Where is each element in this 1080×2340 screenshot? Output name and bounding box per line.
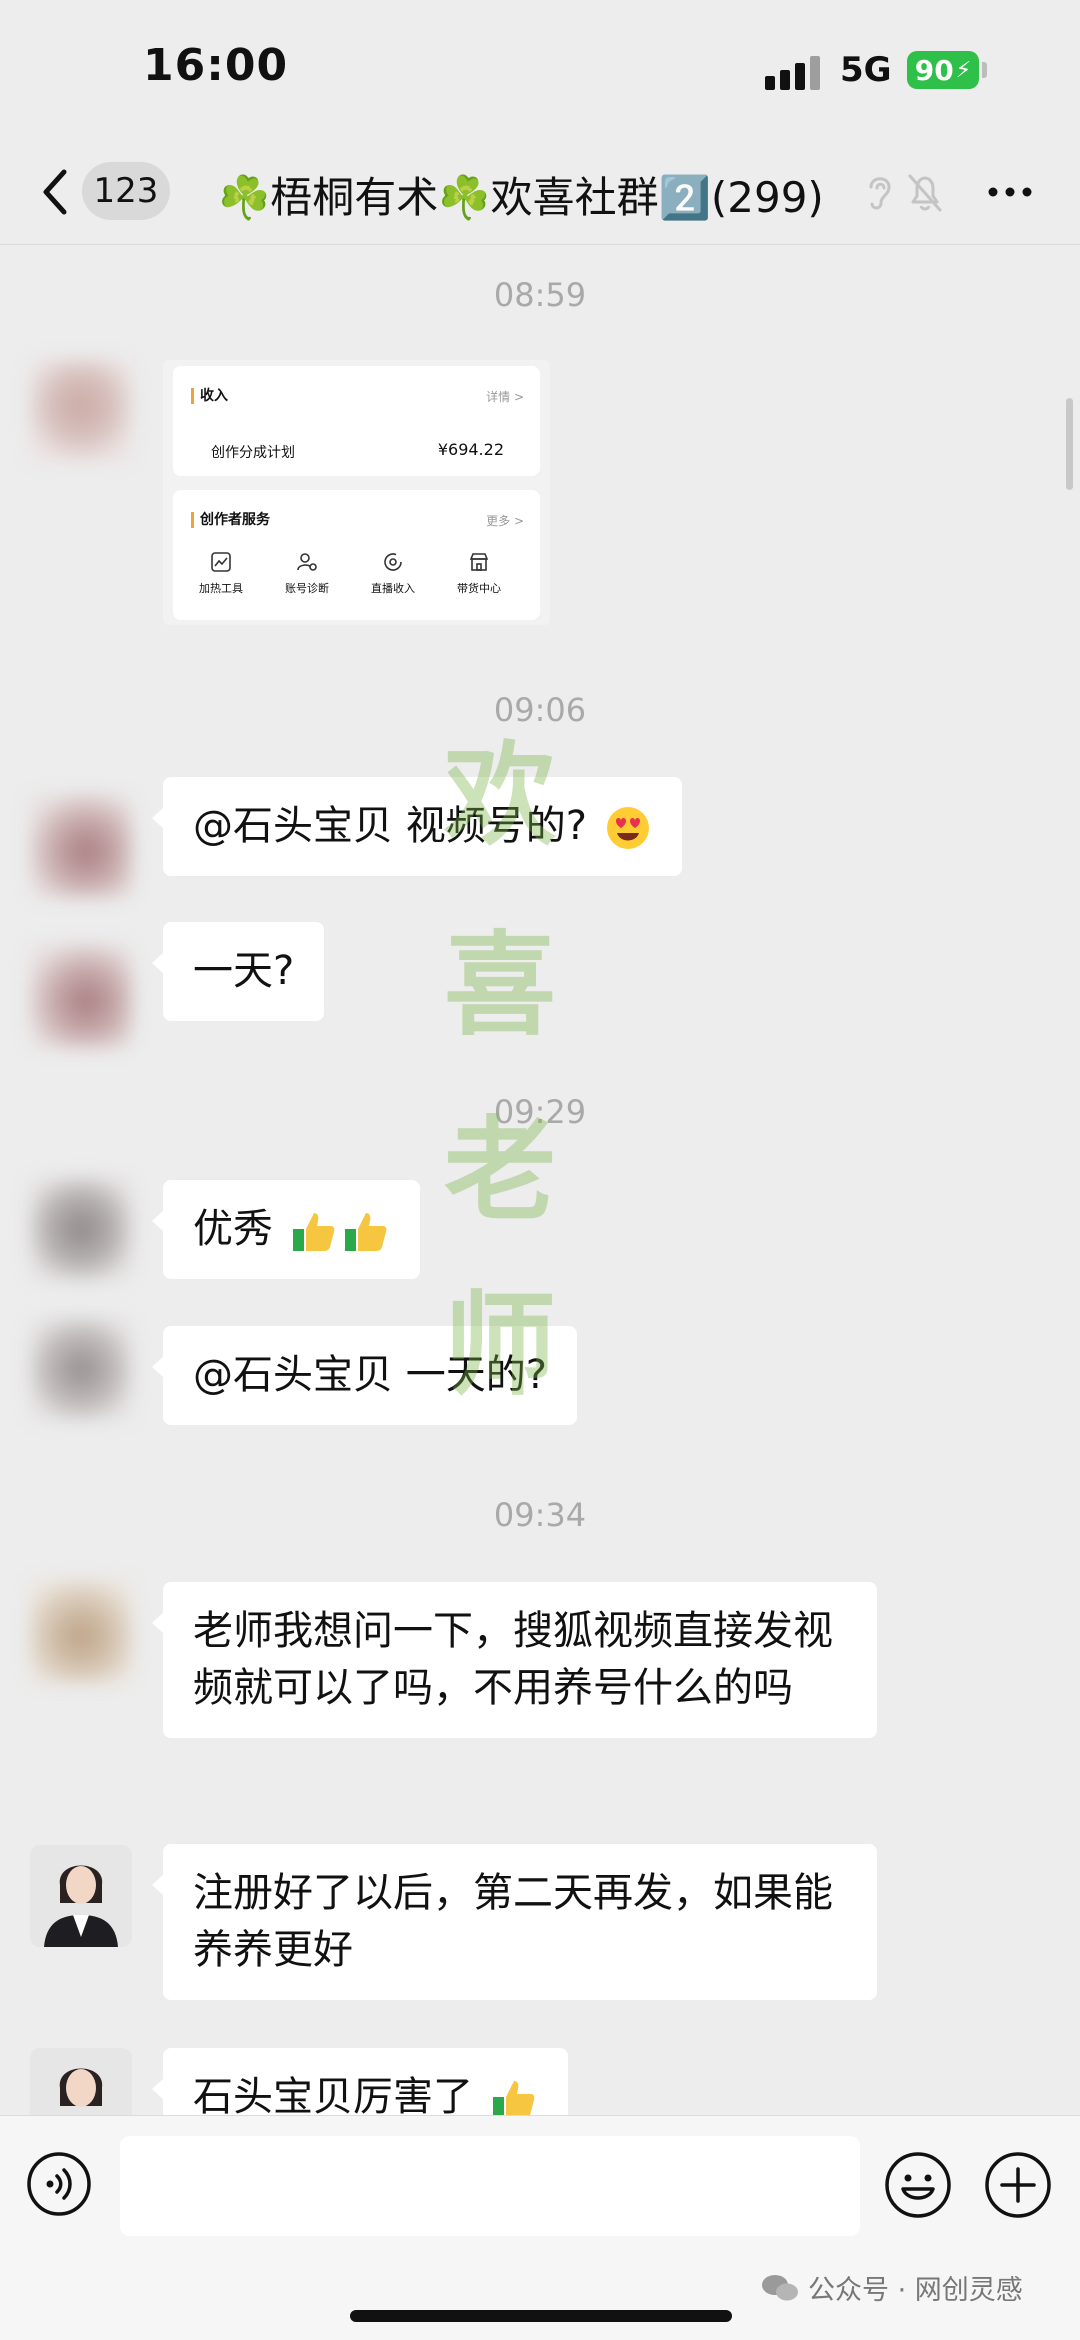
back-icon[interactable] bbox=[36, 162, 76, 222]
avatar[interactable] bbox=[30, 360, 132, 462]
mute-icon bbox=[908, 174, 942, 212]
income-title: 收入 bbox=[191, 388, 228, 404]
ear-icon bbox=[869, 177, 891, 210]
service-label: 加热工具 bbox=[199, 582, 243, 595]
heart-eyes-emoji-icon bbox=[606, 807, 649, 849]
network-type: 5G bbox=[840, 50, 892, 90]
avatar[interactable] bbox=[30, 945, 132, 1047]
voice-icon[interactable] bbox=[26, 2151, 92, 2217]
emoji-icon[interactable] bbox=[884, 2151, 952, 2219]
message-bubble[interactable]: 优秀 bbox=[152, 1180, 420, 1279]
service-label: 直播收入 bbox=[371, 582, 415, 595]
avatar[interactable] bbox=[30, 1178, 132, 1280]
plus-icon[interactable] bbox=[984, 2151, 1052, 2219]
watermark-char: 师 bbox=[444, 1280, 556, 1411]
account-caption: 公众号 · 网创灵感 bbox=[760, 2268, 1023, 2307]
avatar[interactable] bbox=[30, 1318, 132, 1420]
home-indicator[interactable] bbox=[350, 2310, 732, 2322]
income-card: 收入 详情 > 创作分成计划 ¥694.22 bbox=[173, 366, 540, 476]
wechat-official-account-icon bbox=[762, 2274, 798, 2300]
watermark-char: 欢 bbox=[444, 730, 556, 861]
creator-service-card: 创作者服务 更多 > 加热工具 账号诊断 直播收入 带货中心 bbox=[173, 490, 540, 620]
service-more-link: 更多 > bbox=[486, 514, 524, 528]
thumbs-up-emoji-icon bbox=[292, 1213, 335, 1251]
message-text: 一天? bbox=[193, 948, 295, 994]
status-bar: 16:00 5G 90 ⚡ bbox=[0, 0, 1080, 140]
battery-level: 90 bbox=[914, 53, 954, 87]
message-bubble[interactable]: 老师我想问一下，搜狐视频直接发视频就可以了吗，不用养号什么的吗 bbox=[152, 1582, 877, 1738]
avatar[interactable] bbox=[30, 795, 132, 897]
message-bubble[interactable]: 一天? bbox=[151, 922, 325, 1021]
message-text: 注册好了以后，第二天再发，如果能养养更好 bbox=[193, 1870, 833, 1973]
watermark-char: 喜 bbox=[444, 920, 556, 1051]
teacher-avatar[interactable] bbox=[30, 1845, 132, 1947]
watermark-char: 老 bbox=[444, 1105, 556, 1236]
status-time: 16:00 bbox=[143, 40, 289, 91]
user-search-icon bbox=[297, 553, 317, 571]
message-bubble[interactable]: @石头宝贝 视频号的? bbox=[152, 777, 682, 876]
more-icon[interactable] bbox=[985, 180, 1035, 204]
service-title: 创作者服务 bbox=[191, 512, 270, 528]
service-item: 直播收入 bbox=[351, 550, 435, 596]
store-icon bbox=[469, 553, 489, 571]
message-text: 老师我想问一下，搜狐视频直接发视频就可以了吗，不用养号什么的吗 bbox=[193, 1608, 833, 1711]
service-item: 账号诊断 bbox=[265, 550, 349, 596]
service-label: 带货中心 bbox=[457, 582, 501, 595]
message-input[interactable] bbox=[120, 2136, 860, 2236]
message-text: 石头宝贝厉害了 bbox=[193, 2074, 473, 2120]
account-caption-text: 公众号 · 网创灵感 bbox=[808, 2275, 1023, 2306]
live-icon bbox=[384, 553, 402, 571]
message-text: 优秀 bbox=[193, 1206, 273, 1252]
service-label: 账号诊断 bbox=[285, 582, 329, 595]
chat-title[interactable]: ☘️梧桐有术☘️欢喜社群2️⃣(299) bbox=[218, 164, 824, 225]
income-value: ¥694.22 bbox=[437, 440, 504, 459]
scrollbar[interactable] bbox=[1066, 398, 1073, 490]
battery-icon: 90 ⚡ bbox=[907, 51, 979, 89]
service-item: 加热工具 bbox=[179, 550, 263, 596]
chat-header: 123 ☘️梧桐有术☘️欢喜社群2️⃣(299) bbox=[0, 140, 1080, 245]
thumbs-up-emoji-icon bbox=[344, 1213, 387, 1251]
income-label: 创作分成计划 bbox=[211, 445, 295, 461]
avatar[interactable] bbox=[30, 1580, 132, 1682]
chart-icon bbox=[211, 552, 231, 572]
battery-tip bbox=[982, 62, 987, 78]
income-details-link: 详情 > bbox=[486, 390, 524, 404]
service-item: 带货中心 bbox=[437, 550, 521, 596]
image-message[interactable]: 收入 详情 > 创作分成计划 ¥694.22 创作者服务 更多 > 加热工具 账… bbox=[163, 360, 550, 625]
person-photo-icon bbox=[30, 1845, 132, 1947]
signal-icon bbox=[765, 56, 821, 90]
unread-count-badge[interactable]: 123 bbox=[82, 162, 170, 220]
message-bubble[interactable]: 注册好了以后，第二天再发，如果能养养更好 bbox=[152, 1844, 877, 2000]
timestamp: 08:59 bbox=[493, 276, 587, 314]
timestamp: 09:34 bbox=[493, 1496, 587, 1534]
